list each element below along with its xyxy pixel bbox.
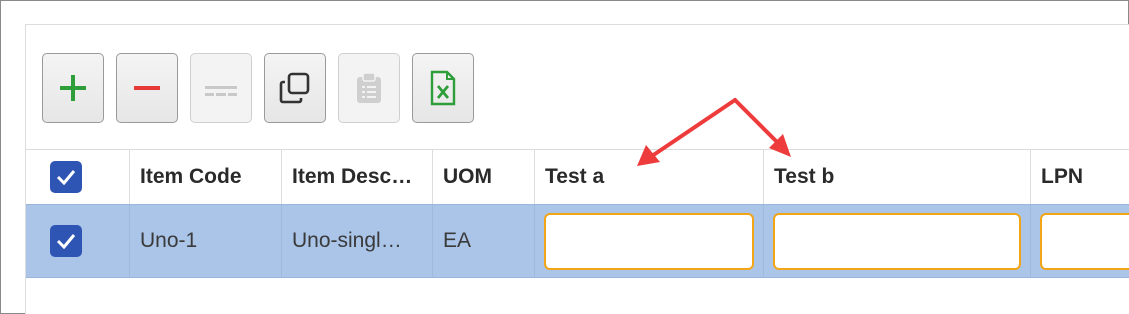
- arrow-to-test-a: [637, 98, 737, 166]
- arrow-to-test-b: [733, 98, 791, 157]
- annotation-arrows: [637, 98, 791, 166]
